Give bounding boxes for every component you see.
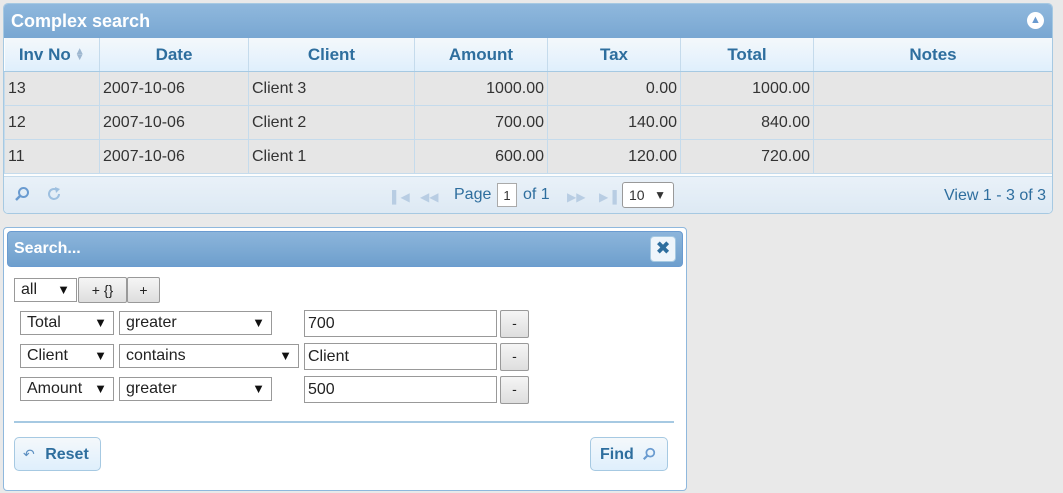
rule-operator-value: contains: [126, 347, 186, 364]
rule-field-select[interactable]: Client ▼: [20, 344, 114, 368]
remove-rule-button[interactable]: -: [500, 343, 529, 371]
group-op-value: all: [21, 281, 38, 298]
collapse-icon[interactable]: ▲: [1027, 12, 1044, 29]
refresh-icon[interactable]: [46, 186, 62, 207]
last-page-icon[interactable]: ▶▐: [599, 190, 617, 204]
search-icon[interactable]: [14, 186, 30, 207]
rule-operator-select[interactable]: greater ▼: [119, 311, 272, 335]
cell-total: 840.00: [680, 105, 814, 140]
cell-date: 2007-10-06: [99, 71, 249, 106]
cell-amount: 700.00: [414, 105, 548, 140]
search-icon: [642, 446, 656, 462]
rule-operator-select[interactable]: greater ▼: [119, 377, 272, 401]
chevron-down-icon: ▼: [94, 381, 107, 396]
chevron-down-icon: ▼: [94, 315, 107, 330]
add-group-button[interactable]: + {}: [78, 277, 127, 303]
invoice-grid: Complex search ▲ Inv No ▲ ▼ Date Client Am…: [3, 3, 1053, 214]
rule-field-select[interactable]: Total ▼: [20, 311, 114, 335]
cell-notes: [813, 105, 1052, 140]
rows-per-page-value: 10: [629, 187, 645, 203]
cell-tax: 140.00: [547, 105, 681, 140]
cell-amount: 600.00: [414, 139, 548, 174]
grid-caption: Complex search ▲: [4, 4, 1052, 38]
rule-field-value: Total: [27, 314, 61, 331]
rule-operator-value: greater: [126, 314, 177, 331]
column-header-total[interactable]: Total: [680, 38, 814, 72]
rule-field-value: Client: [27, 347, 68, 364]
chevron-down-icon: ▼: [94, 348, 107, 363]
find-label: Find: [600, 446, 634, 463]
rows-per-page-select[interactable]: 10 ▼: [622, 182, 674, 208]
cell-inv-no: 12: [4, 105, 100, 140]
chevron-down-icon: ▼: [279, 348, 292, 363]
reset-label: Reset: [45, 446, 89, 463]
chevron-down-icon: ▼: [57, 282, 70, 297]
cell-date: 2007-10-06: [99, 105, 249, 140]
view-info: View 1 - 3 of 3: [944, 187, 1046, 204]
grid-table: Inv No ▲ ▼ Date Client Amount Tax Total No…: [4, 38, 1052, 174]
rule-field-select[interactable]: Amount ▼: [20, 377, 114, 401]
dialog-divider: [14, 421, 674, 423]
undo-icon: ↶: [23, 446, 35, 462]
column-header-client[interactable]: Client: [248, 38, 415, 72]
reset-button[interactable]: ↶ Reset: [14, 437, 101, 471]
cell-tax: 0.00: [547, 71, 681, 106]
search-dialog: Search... ✖ all ▼ + {} + Total ▼ greater…: [3, 227, 687, 491]
page-input[interactable]: 1: [497, 183, 517, 207]
prev-page-icon[interactable]: ◀◀: [420, 190, 438, 204]
rule-value-input[interactable]: 500: [304, 376, 497, 403]
add-rule-button[interactable]: +: [127, 277, 160, 303]
table-row[interactable]: 13 2007-10-06 Client 3 1000.00 0.00 1000…: [4, 71, 1052, 106]
cell-total: 720.00: [680, 139, 814, 174]
cell-notes: [813, 71, 1052, 106]
rule-operator-value: greater: [126, 380, 177, 397]
chevron-down-icon: ▼: [252, 381, 265, 396]
find-button[interactable]: Find: [590, 437, 668, 471]
chevron-down-icon: ▼: [252, 315, 265, 330]
cell-tax: 120.00: [547, 139, 681, 174]
chevron-down-icon: ▼: [654, 188, 666, 202]
grid-pager: ▌◀ ◀◀ Page 1 of 1 ▶▶ ▶▐ 10 ▼ View 1 - 3 …: [4, 176, 1052, 213]
remove-rule-button[interactable]: -: [500, 376, 529, 404]
cell-date: 2007-10-06: [99, 139, 249, 174]
cell-notes: [813, 139, 1052, 174]
column-header-tax[interactable]: Tax: [547, 38, 681, 72]
grid-title: Complex search: [11, 11, 151, 31]
group-op-select[interactable]: all ▼: [14, 278, 77, 302]
cell-amount: 1000.00: [414, 71, 548, 106]
table-row[interactable]: 11 2007-10-06 Client 1 600.00 120.00 720…: [4, 139, 1052, 174]
column-header-notes[interactable]: Notes: [813, 38, 1052, 72]
column-header-inv-no[interactable]: Inv No ▲ ▼: [4, 38, 100, 72]
cell-inv-no: 11: [4, 139, 100, 174]
first-page-icon[interactable]: ▌◀: [392, 190, 410, 204]
table-row[interactable]: 12 2007-10-06 Client 2 700.00 140.00 840…: [4, 105, 1052, 140]
page-of-label: of 1: [523, 186, 550, 203]
cell-client: Client 2: [248, 105, 415, 140]
sort-icon[interactable]: ▲ ▼: [75, 47, 85, 63]
column-header-date[interactable]: Date: [99, 38, 249, 72]
header-row: Inv No ▲ ▼ Date Client Amount Tax Total No…: [4, 38, 1052, 72]
rule-operator-select[interactable]: contains ▼: [119, 344, 299, 368]
column-header-amount[interactable]: Amount: [414, 38, 548, 72]
dialog-titlebar[interactable]: Search... ✖: [7, 231, 683, 267]
cell-inv-no: 13: [4, 71, 100, 106]
cell-client: Client 3: [248, 71, 415, 106]
cell-client: Client 1: [248, 139, 415, 174]
cell-total: 1000.00: [680, 71, 814, 106]
page-label: Page: [454, 186, 492, 203]
rule-field-value: Amount: [27, 380, 83, 397]
remove-rule-button[interactable]: -: [500, 310, 529, 338]
close-icon[interactable]: ✖: [650, 236, 676, 262]
next-page-icon[interactable]: ▶▶: [567, 190, 585, 204]
rule-value-input[interactable]: 700: [304, 310, 497, 337]
rule-value-input[interactable]: Client: [304, 343, 497, 370]
dialog-title: Search...: [14, 240, 81, 257]
